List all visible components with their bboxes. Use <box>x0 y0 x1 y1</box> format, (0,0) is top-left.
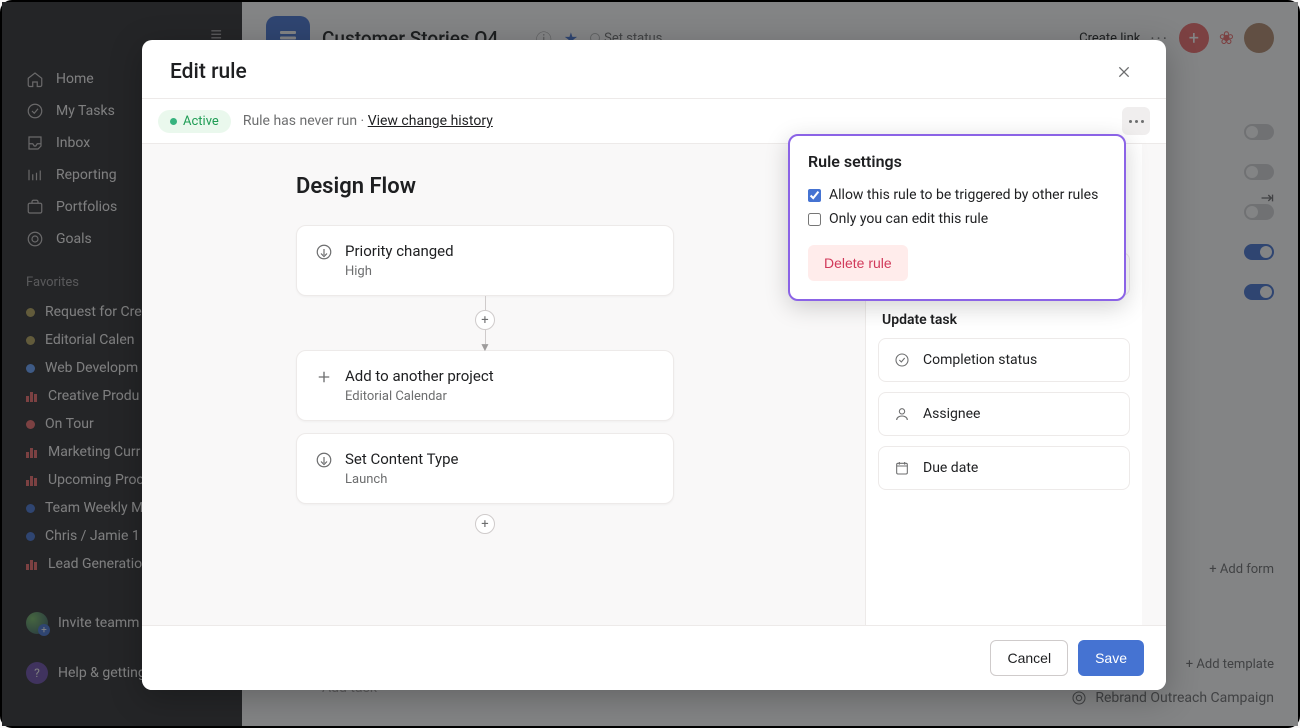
popover-title: Rule settings <box>808 152 1106 171</box>
rule-run-prefix: Rule has never run · <box>243 113 368 129</box>
modal-header: Edit rule <box>142 40 1166 99</box>
close-icon <box>1116 64 1132 80</box>
trigger-icon <box>315 451 333 469</box>
trigger-card[interactable]: Priority changed High <box>296 225 674 296</box>
rule-run-status: Rule has never run · View change history <box>243 113 493 129</box>
action-assignee[interactable]: Assignee <box>878 392 1130 436</box>
modal-footer: Cancel Save <box>142 625 1166 690</box>
add-step-after: + <box>296 514 674 534</box>
action-card-add-project[interactable]: Add to another project Editorial Calenda… <box>296 350 674 421</box>
action-title: Set Content Type <box>345 450 458 468</box>
modal-title: Edit rule <box>170 60 247 84</box>
view-history-link[interactable]: View change history <box>368 113 493 129</box>
rule-settings-popover: Rule settings Allow this rule to be trig… <box>788 134 1126 301</box>
setting-label: Only you can edit this rule <box>829 211 988 227</box>
action-subtitle: Editorial Calendar <box>345 389 494 404</box>
add-step-button[interactable]: + <box>475 310 495 330</box>
person-icon <box>893 405 911 423</box>
cancel-button[interactable]: Cancel <box>990 640 1068 676</box>
close-button[interactable] <box>1110 58 1138 86</box>
action-title: Add to another project <box>345 367 494 385</box>
trigger-title: Priority changed <box>345 242 454 260</box>
plus-icon <box>315 368 333 386</box>
action-label: Completion status <box>923 352 1037 368</box>
allow-trigger-checkbox[interactable] <box>808 189 821 202</box>
setting-only-you-edit[interactable]: Only you can edit this rule <box>808 207 1106 231</box>
setting-label: Allow this rule to be triggered by other… <box>829 187 1098 203</box>
trigger-subtitle: High <box>345 264 454 279</box>
arrow-down-icon: ▼ <box>479 344 491 350</box>
add-step-button[interactable]: + <box>475 514 495 534</box>
check-circle-icon <box>893 351 911 369</box>
action-subtitle: Launch <box>345 472 458 487</box>
more-options-button[interactable] <box>1122 107 1150 135</box>
calendar-icon <box>893 459 911 477</box>
action-due-date[interactable]: Due date <box>878 446 1130 490</box>
action-section-label: Update task <box>882 312 1130 328</box>
only-you-edit-checkbox[interactable] <box>808 213 821 226</box>
connector: + ▼ <box>296 296 674 350</box>
trigger-icon <box>315 243 333 261</box>
save-button[interactable]: Save <box>1078 640 1144 676</box>
status-badge: Active <box>158 110 231 133</box>
delete-rule-button[interactable]: Delete rule <box>808 245 908 281</box>
setting-allow-trigger[interactable]: Allow this rule to be triggered by other… <box>808 183 1106 207</box>
action-card-set-content-type[interactable]: Set Content Type Launch <box>296 433 674 504</box>
action-label: Due date <box>923 460 978 476</box>
action-label: Assignee <box>923 406 980 422</box>
action-completion-status[interactable]: Completion status <box>878 338 1130 382</box>
